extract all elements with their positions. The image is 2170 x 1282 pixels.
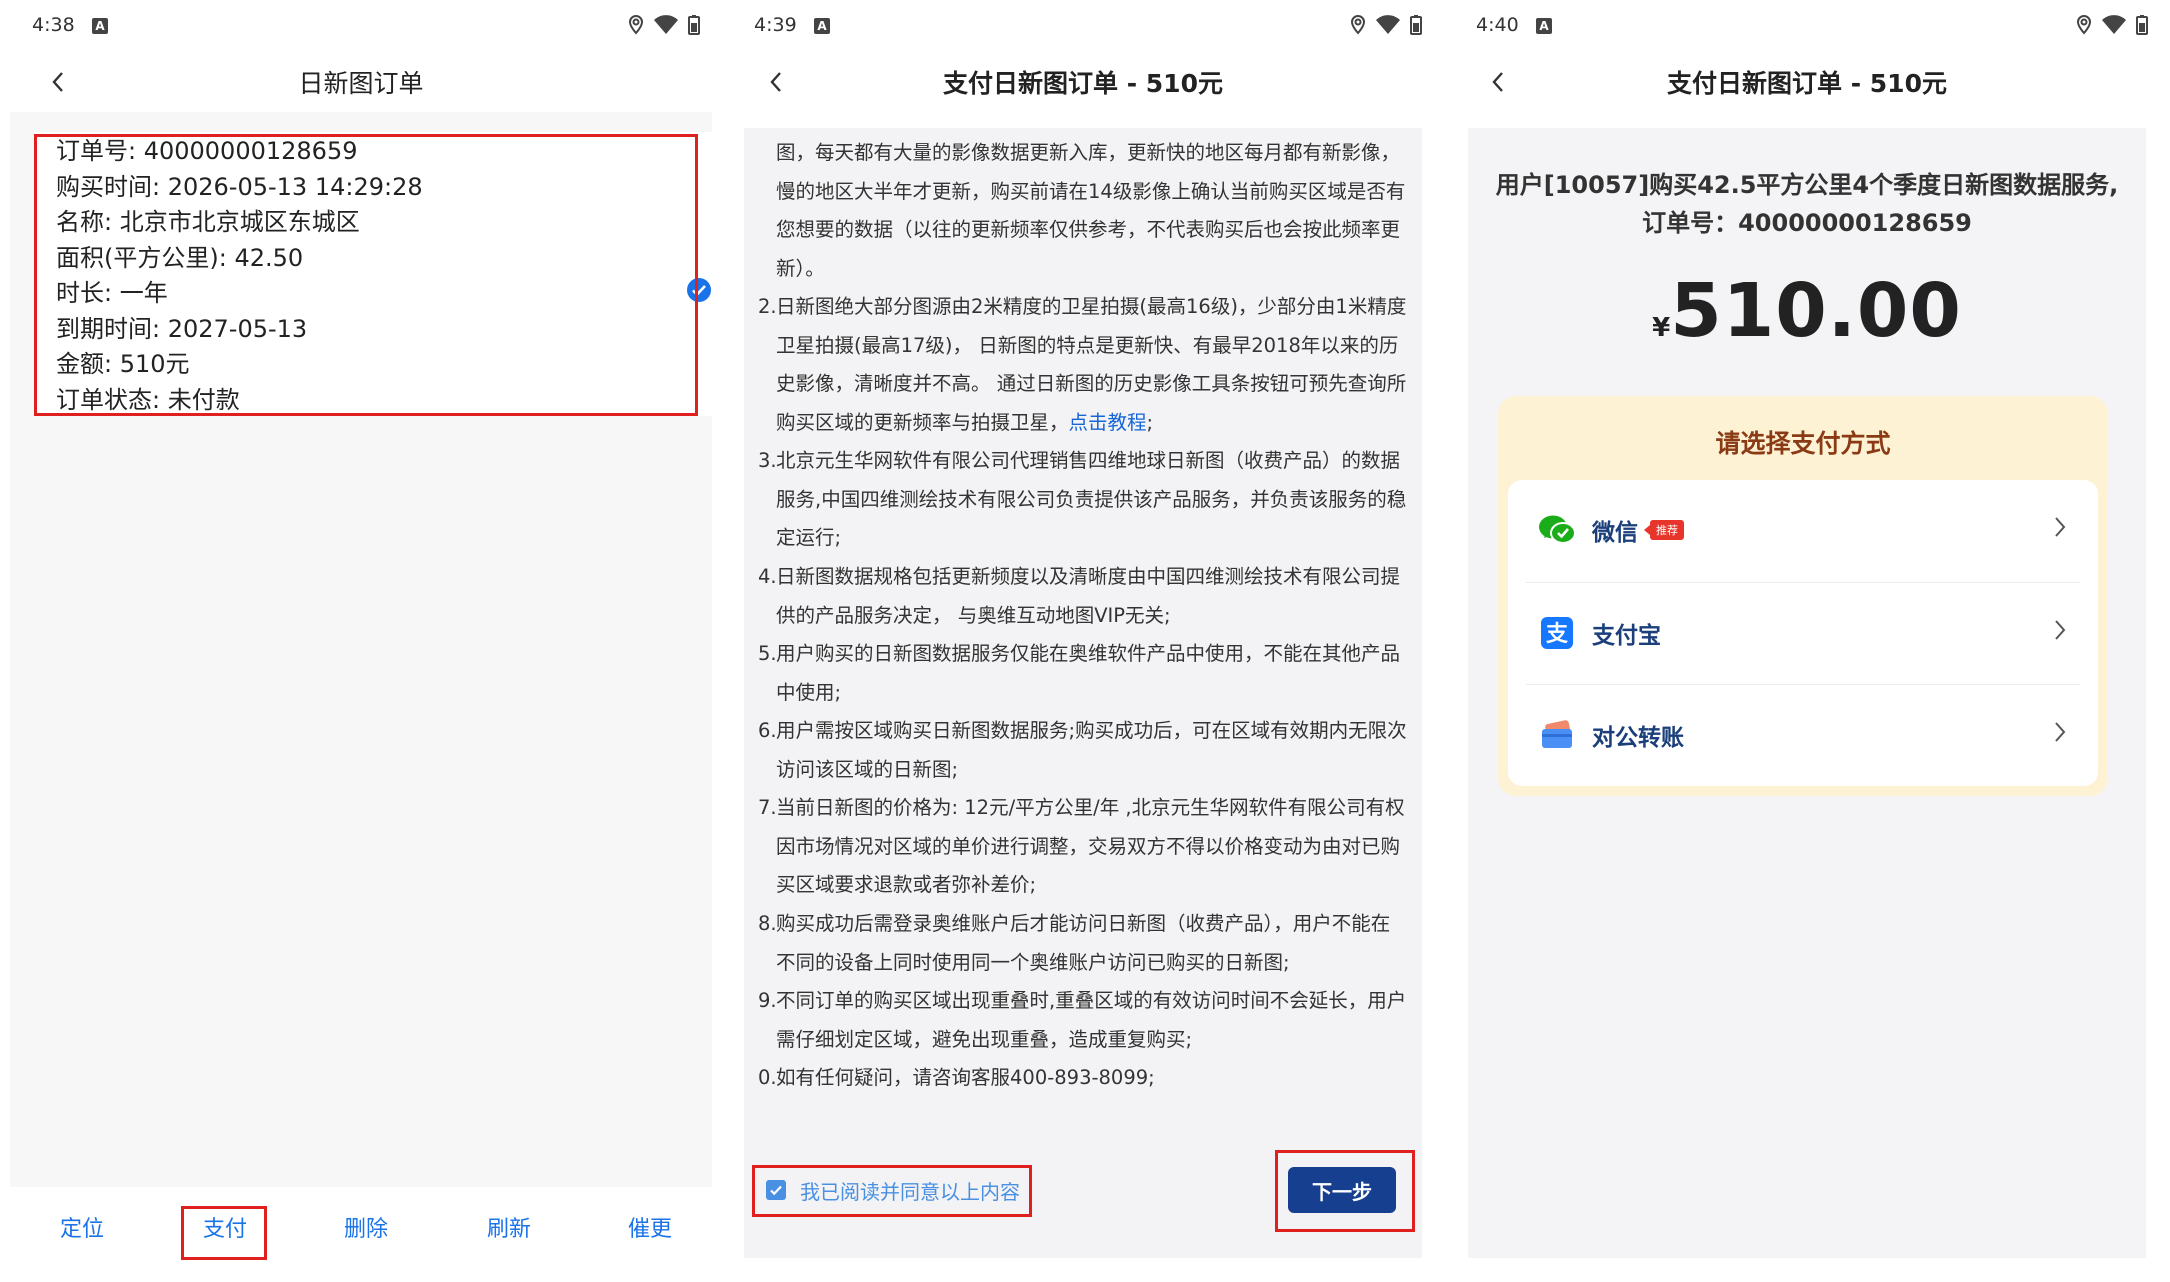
- order-area: 面积(平方公里): 42.50: [56, 243, 304, 272]
- payment-panel: 用户[10057]购买42.5平方公里4个季度日新图数据服务, 订单号：4000…: [1468, 128, 2146, 1258]
- battery-icon: [688, 15, 700, 35]
- action-bar: 定位 支付 删除 刷新 催更: [10, 1187, 712, 1269]
- pay-method-wechat[interactable]: 微信 推荐: [1526, 480, 2080, 580]
- status-icons: [2076, 15, 2148, 35]
- order-status: 订单状态: 未付款: [56, 385, 240, 414]
- svg-text:支: 支: [1546, 622, 1569, 647]
- status-time: 4:40: [1476, 14, 1519, 36]
- location-icon: [2076, 15, 2092, 35]
- term-item-10: 0. 如有任何疑问，请咨询客服400-893-8099;: [758, 1066, 1155, 1089]
- status-icons: [628, 15, 700, 35]
- term-item-3: 3. 北京元生华网软件有限公司代理销售四维地球日新图（收费产品）的数据服务,中国四…: [758, 449, 1407, 549]
- wifi-icon: [654, 15, 678, 34]
- next-step-button[interactable]: 下一步: [1288, 1167, 1396, 1213]
- term-item-2: 2. 日新图绝大部分图源由2米精度的卫星拍摄(最高16级)，少部分由1米精度卫星拍…: [758, 295, 1407, 434]
- notification-a-icon: A: [1536, 18, 1552, 34]
- status-bar: 4:38 A: [0, 0, 722, 54]
- checkmark-icon: [770, 1185, 782, 1196]
- pay-method-bank-transfer[interactable]: 对公转账: [1526, 684, 2080, 784]
- pay-button[interactable]: 支付: [203, 1211, 247, 1243]
- status-bar: 4:39 A: [722, 0, 1444, 54]
- term-item-8: 8. 购买成功后需登录奥维账户后才能访问日新图（收费产品），用户不能在不同的设备上…: [758, 912, 1391, 974]
- agree-checkbox[interactable]: [766, 1180, 786, 1200]
- order-screen: 4:38 A 日新图订单 订单号: 40000000128659 购买时间: 2…: [0, 0, 722, 1282]
- term-item-1: 图，每天都有大量的影像数据更新入库，更新快的地区每月都有新影像，慢的地区大半年才…: [776, 141, 1406, 280]
- order-card[interactable]: 订单号: 40000000128659 购买时间: 2026-05-13 14:…: [34, 132, 714, 416]
- order-list: 订单号: 40000000128659 购买时间: 2026-05-13 14:…: [10, 112, 714, 1187]
- order-description-line1: 用户[10057]购买42.5平方公里4个季度日新图数据服务,: [1495, 171, 2119, 199]
- term-item-5: 5. 用户购买的日新图数据服务仅能在奥维软件产品中使用，不能在其他产品中使用;: [758, 642, 1401, 704]
- battery-icon: [2136, 15, 2148, 35]
- term-item-4: 4. 日新图数据规格包括更新频度以及清晰度由中国四维测绘技术有限公司提供的产品服务…: [758, 565, 1401, 627]
- nav-bar: 支付日新图订单 - 510元: [722, 54, 1444, 110]
- back-arrow-icon[interactable]: [762, 66, 790, 98]
- checked-circle-icon[interactable]: [686, 277, 712, 303]
- payment-amount: ¥510.00: [1468, 268, 2146, 354]
- terms-screen: 4:39 A 支付日新图订单 - 510元 图，每天都有大量的影像数据更新入库，…: [722, 0, 1444, 1282]
- payment-method-list: 微信 推荐 支 支付宝 对公转账: [1508, 480, 2098, 786]
- wifi-icon: [1376, 15, 1400, 34]
- term-item-7: 7. 当前日新图的价格为: 12元/平方公里/年 ,北京元生华网软件有限公司有权因…: [758, 796, 1405, 896]
- location-icon: [1350, 15, 1366, 35]
- alipay-icon: 支: [1538, 614, 1576, 652]
- terms-panel: 图，每天都有大量的影像数据更新入库，更新快的地区每月都有新影像，慢的地区大半年才…: [744, 128, 1422, 1258]
- pay-method-alipay[interactable]: 支 支付宝: [1526, 582, 2080, 682]
- pay-method-label: 微信: [1592, 520, 1638, 546]
- order-details: 订单号: 40000000128659 购买时间: 2026-05-13 14:…: [56, 134, 423, 418]
- status-icons: [1350, 15, 1422, 35]
- back-arrow-icon[interactable]: [1484, 66, 1512, 98]
- status-bar: 4:40 A: [1444, 0, 2170, 54]
- urge-update-button[interactable]: 催更: [628, 1211, 672, 1243]
- order-description-line2: 订单号：40000000128659: [1642, 209, 1972, 237]
- nav-bar: 支付日新图订单 - 510元: [1444, 54, 2170, 110]
- wifi-icon: [2102, 15, 2126, 34]
- tutorial-link[interactable]: 点击教程: [1069, 411, 1147, 434]
- order-number: 订单号: 40000000128659: [56, 137, 358, 165]
- page-title: 支付日新图订单 - 510元: [1667, 69, 1947, 98]
- payment-method-box: 请选择支付方式 微信 推荐 支 支付宝 对公转账: [1498, 396, 2108, 796]
- notification-a-icon: A: [814, 18, 830, 34]
- payment-screen: 4:40 A 支付日新图订单 - 510元 用户[10057]购买42.5平方公…: [1444, 0, 2170, 1282]
- page-title: 日新图订单: [298, 69, 424, 98]
- page-title: 支付日新图订单 - 510元: [943, 69, 1223, 98]
- order-name: 名称: 北京市北京城区东城区: [56, 208, 360, 236]
- back-arrow-icon[interactable]: [44, 66, 72, 98]
- locate-button[interactable]: 定位: [60, 1211, 104, 1243]
- purchase-time: 购买时间: 2026-05-13 14:29:28: [56, 172, 423, 201]
- pay-method-label: 支付宝: [1592, 622, 1661, 649]
- bank-card-icon: [1538, 716, 1576, 754]
- delete-button[interactable]: 删除: [344, 1211, 388, 1243]
- chevron-right-icon: [2055, 722, 2066, 742]
- term-item-6: 6. 用户需按区域购买日新图数据服务;购买成功后，可在区域有效期内无限次访问该区域…: [758, 719, 1407, 781]
- payment-method-title: 请选择支付方式: [1715, 429, 1891, 458]
- terms-list: 图，每天都有大量的影像数据更新入库，更新快的地区每月都有新影像，慢的地区大半年才…: [758, 134, 1408, 1098]
- amount-value: 510.00: [1670, 268, 1962, 354]
- pay-method-label: 对公转账: [1592, 724, 1684, 751]
- wechat-icon: [1538, 511, 1576, 549]
- agree-label: 我已阅读并同意以上内容: [800, 1179, 1020, 1204]
- order-duration: 时长: 一年: [56, 279, 168, 307]
- chevron-right-icon: [2055, 517, 2066, 537]
- battery-icon: [1410, 15, 1422, 35]
- agree-checkbox-row[interactable]: 我已阅读并同意以上内容: [766, 1170, 1020, 1210]
- recommend-badge: 推荐: [1644, 520, 1684, 540]
- expire-time: 到期时间: 2027-05-13: [56, 314, 308, 343]
- notification-a-icon: A: [92, 18, 108, 34]
- nav-bar: 日新图订单: [0, 54, 722, 110]
- order-amount: 金额: 510元: [56, 350, 190, 378]
- location-icon: [628, 15, 644, 35]
- currency-symbol: ¥: [1652, 313, 1671, 343]
- chevron-right-icon: [2055, 620, 2066, 640]
- term-item-9: 9. 不同订单的购买区域出现重叠时,重叠区域的有效访问时间不会延长，用户需仔细划定…: [758, 989, 1407, 1051]
- order-description: 用户[10057]购买42.5平方公里4个季度日新图数据服务, 订单号：4000…: [1478, 166, 2136, 242]
- refresh-button[interactable]: 刷新: [487, 1211, 531, 1243]
- status-time: 4:38: [32, 14, 75, 36]
- status-time: 4:39: [754, 14, 797, 36]
